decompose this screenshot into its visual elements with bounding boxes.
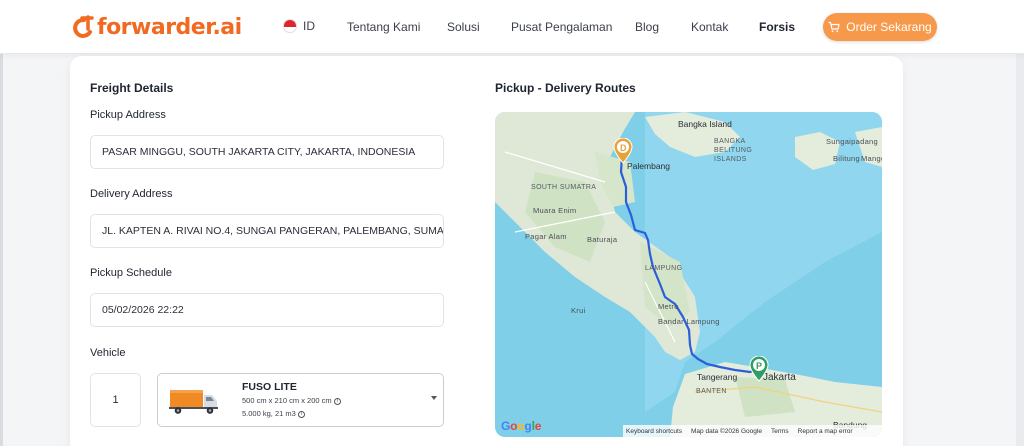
map-label-banten: BANTEN xyxy=(696,388,727,395)
pickup-address-label: Pickup Address xyxy=(90,109,166,121)
terms-link[interactable]: Terms xyxy=(771,428,789,435)
map-label-mangga: Mangg xyxy=(861,154,882,163)
map-label-bandar-lampung: Bandar Lampung xyxy=(658,317,720,326)
map-label-bangka-belitung-2: BELITUNG xyxy=(714,147,753,154)
map-label-lampung: LAMPUNG xyxy=(645,265,683,272)
map-label-sungaipadang: Sungaipadang xyxy=(826,137,878,146)
nav-tentang-kami[interactable]: Tentang Kami xyxy=(347,20,420,34)
order-now-label: Order Sekarang xyxy=(846,20,932,34)
cart-icon xyxy=(828,21,840,33)
nav-blog[interactable]: Blog xyxy=(635,20,659,34)
info-icon[interactable]: i xyxy=(297,410,305,418)
map-data-attribution: Map data ©2026 Google xyxy=(691,427,762,435)
language-switcher[interactable]: ID xyxy=(283,19,315,33)
vehicle-label: Vehicle xyxy=(90,347,126,359)
routes-title: Pickup - Delivery Routes xyxy=(495,81,636,95)
map-label-bangka: Bangka Island xyxy=(678,119,732,129)
nav-solusi[interactable]: Solusi xyxy=(447,20,480,34)
map-label-pagar-alam: Pagar Alam xyxy=(525,232,567,241)
nav-kontak[interactable]: Kontak xyxy=(691,20,728,34)
vehicle-capacity: 5.000 kg, 21 m3 i xyxy=(242,409,305,418)
vehicle-dimensions: 500 cm x 210 cm x 200 cm i xyxy=(242,396,341,405)
window-edge-right xyxy=(1016,0,1024,446)
delivery-pin-letter: D xyxy=(620,143,627,153)
keyboard-shortcuts-link[interactable]: Keyboard shortcuts xyxy=(626,428,682,435)
delivery-address-input[interactable]: JL. KAPTEN A. RIVAI NO.4, SUNGAI PANGERA… xyxy=(90,214,444,248)
forwarder-logo-icon xyxy=(73,15,94,38)
route-map[interactable]: Bangka Island BANGKA BELITUNG ISLANDS Su… xyxy=(495,112,882,437)
map-label-bilitung: Bilitung xyxy=(833,154,860,163)
vehicle-quantity-input[interactable]: 1 xyxy=(90,373,141,427)
report-map-error-link[interactable]: Report a map error xyxy=(798,428,853,435)
pickup-schedule-label: Pickup Schedule xyxy=(90,267,172,279)
truck-icon xyxy=(169,390,218,414)
brand-name: forwarder.ai xyxy=(97,14,242,40)
brand-logo[interactable]: forwarder.ai xyxy=(70,12,242,42)
map-canvas xyxy=(495,112,882,437)
chevron-down-icon xyxy=(431,396,437,400)
language-code: ID xyxy=(303,19,315,33)
pickup-address-input[interactable]: PASAR MINGGU, SOUTH JAKARTA CITY, JAKART… xyxy=(90,135,444,169)
vehicle-name: FUSO LITE xyxy=(242,381,297,393)
map-label-palembang: Palembang xyxy=(627,161,671,171)
map-label-tangerang: Tangerang xyxy=(697,372,738,382)
map-label-muara-enim: Muara Enim xyxy=(533,206,577,215)
nav-pusat-pengalaman[interactable]: Pusat Pengalaman xyxy=(511,20,612,34)
freight-details-title: Freight Details xyxy=(90,81,174,95)
pickup-schedule-input[interactable]: 05/02/2026 22:22 xyxy=(90,293,444,327)
pickup-pin-letter: P xyxy=(756,361,763,371)
info-icon[interactable]: i xyxy=(333,397,341,405)
map-label-bangka-belitung: BANGKA xyxy=(714,138,746,145)
top-navbar: forwarder.ai ID Tentang Kami Solusi Pusa… xyxy=(0,0,1024,54)
order-now-button[interactable]: Order Sekarang xyxy=(823,13,937,41)
map-label-krui: Krui xyxy=(571,306,586,315)
nav-forsis[interactable]: Forsis xyxy=(759,20,795,34)
window-edge-left xyxy=(0,0,3,446)
delivery-address-label: Delivery Address xyxy=(90,188,173,200)
google-logo: Google xyxy=(501,419,542,433)
vehicle-select[interactable]: FUSO LITE 500 cm x 210 cm x 200 cm i 5.00… xyxy=(157,373,444,427)
indonesia-flag-icon xyxy=(283,19,297,33)
map-label-bangka-belitung-3: ISLANDS xyxy=(714,156,747,163)
map-footer: Keyboard shortcuts Map data ©2026 Google… xyxy=(623,425,882,437)
map-label-south-sumatra: SOUTH SUMATRA xyxy=(531,184,597,191)
map-label-baturaja: Baturaja xyxy=(587,235,618,244)
map-label-metro: Metro xyxy=(658,302,679,311)
